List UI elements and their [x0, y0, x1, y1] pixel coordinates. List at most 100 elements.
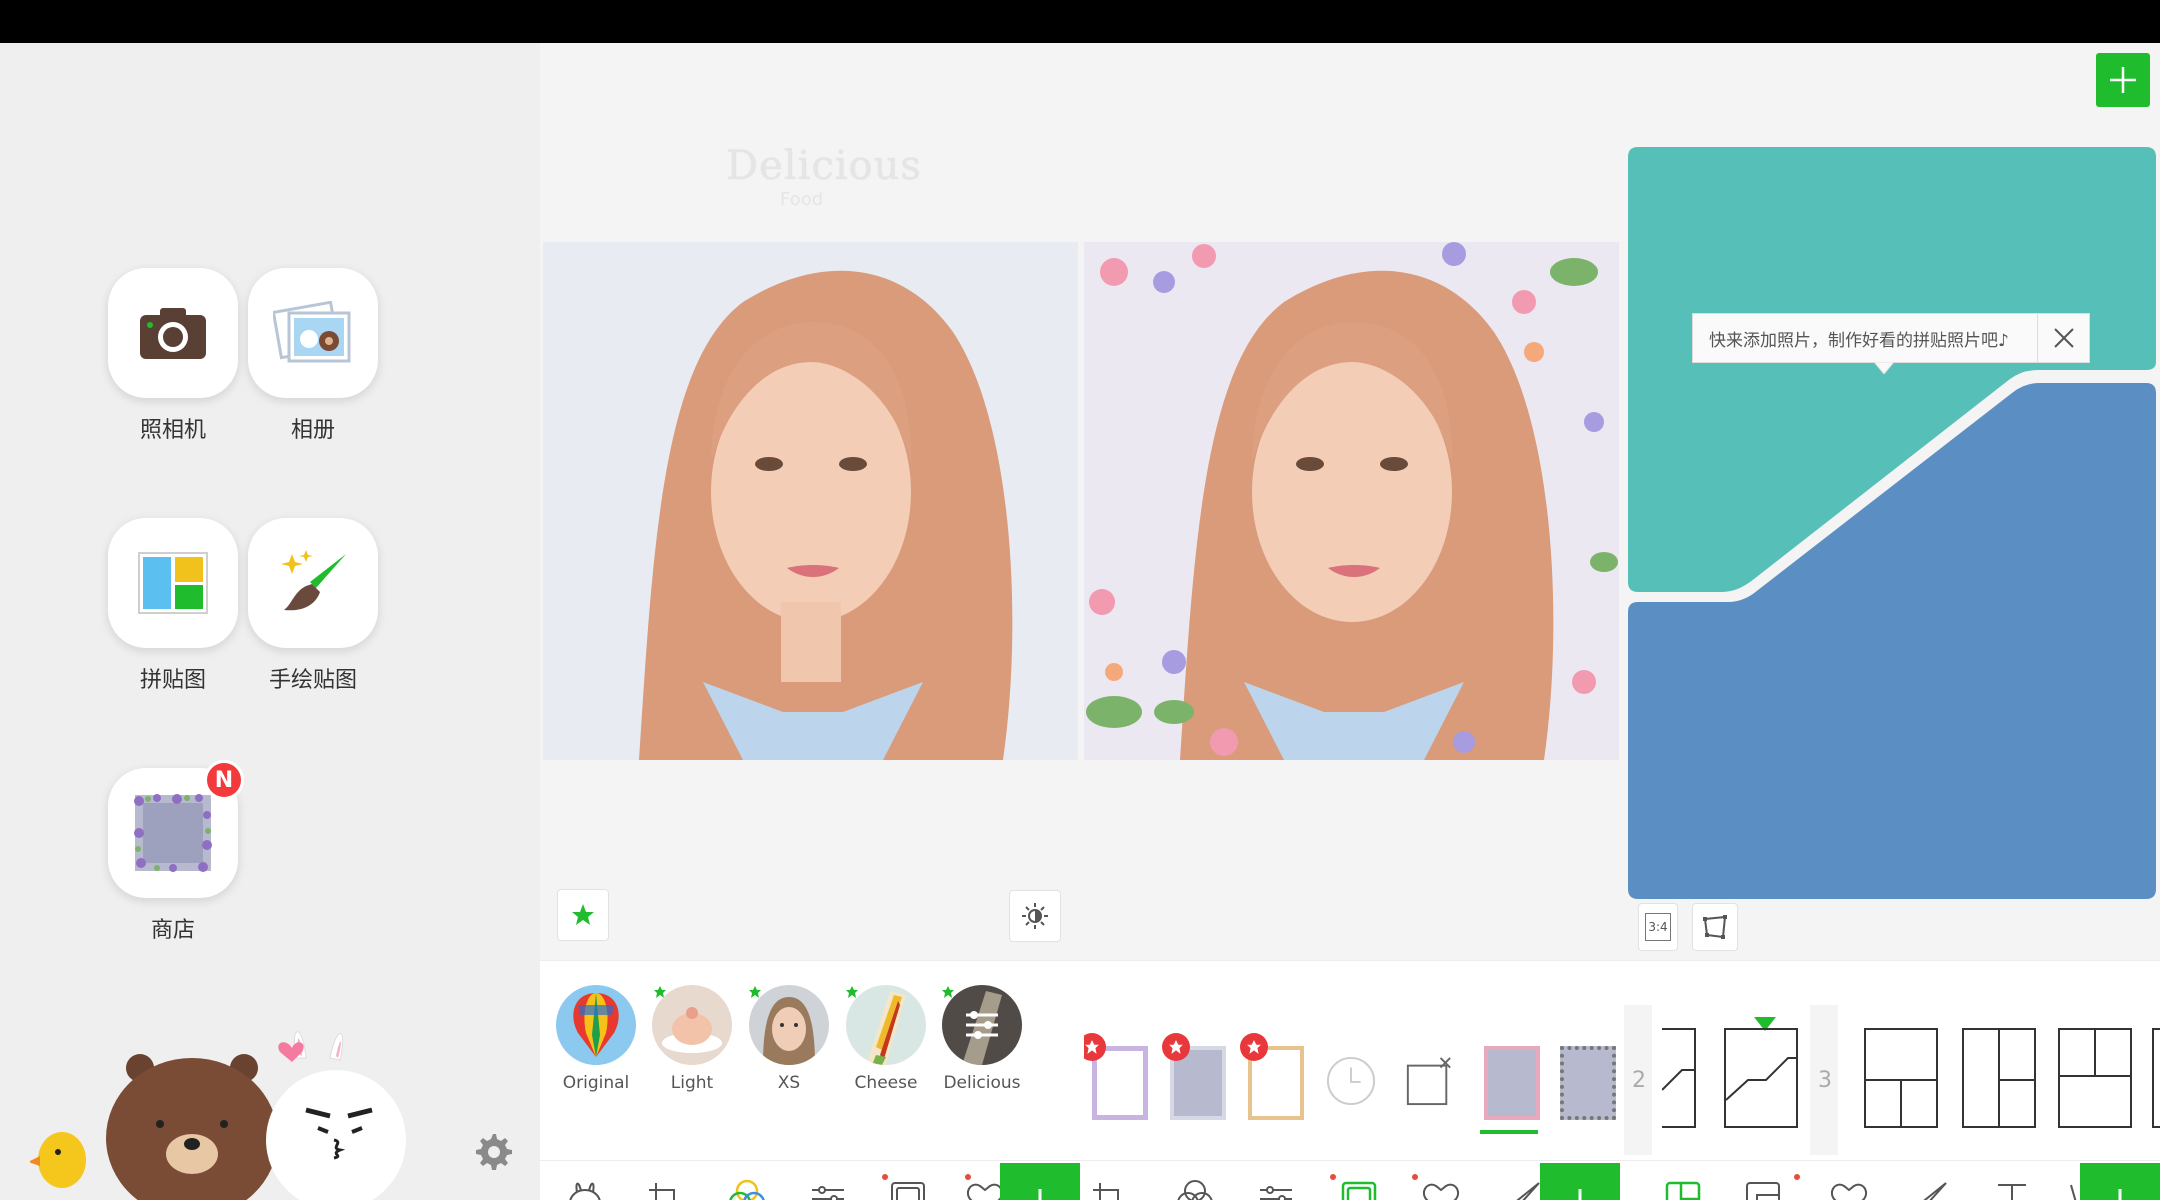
layout-tool-active[interactable]	[1658, 1174, 1708, 1200]
bunny-icon	[569, 1182, 601, 1200]
clock-icon	[1326, 1056, 1376, 1106]
text-tool[interactable]	[1987, 1174, 2037, 1200]
adjust-tool[interactable]	[1251, 1174, 1301, 1200]
border-shape-button[interactable]	[1692, 903, 1738, 951]
filter-original[interactable]: Original	[553, 985, 639, 1093]
album-icon	[248, 268, 378, 398]
brush-tool[interactable]	[1905, 1174, 1955, 1200]
filter-thumbnail	[749, 985, 829, 1065]
ratio-label: 3:4	[1645, 913, 1671, 941]
frame-thumb-lace[interactable]	[1560, 1046, 1616, 1120]
portrait-photo	[543, 242, 1078, 760]
layout-icon	[1665, 1181, 1701, 1200]
text-icon	[1998, 1184, 2026, 1200]
status-bar	[0, 0, 2160, 43]
brightness-icon	[1022, 903, 1048, 929]
frame-tool[interactable]	[883, 1174, 933, 1200]
screen: 照相机 相册 拼贴图 手绘贴图 N 商店 Delicious Food Orig…	[0, 0, 2160, 1200]
filter-name: Cheese	[854, 1073, 918, 1093]
heart-icon	[1422, 1183, 1460, 1200]
close-hint-button[interactable]	[2037, 314, 2089, 362]
stamp-tool[interactable]	[1824, 1174, 1874, 1200]
sliders-icon	[812, 1186, 844, 1200]
sliders-icon	[1260, 1186, 1292, 1200]
watermark-subtitle: Food	[780, 189, 824, 210]
sticker-tool[interactable]	[560, 1174, 610, 1200]
app-brush[interactable]: 手绘贴图	[218, 518, 408, 694]
layout-option[interactable]	[2152, 1028, 2160, 1128]
crop-tool[interactable]	[1084, 1174, 1134, 1200]
heart-icon	[1830, 1183, 1868, 1200]
filter-circles-icon	[729, 1179, 765, 1200]
filter-xs[interactable]: XS	[746, 985, 832, 1093]
plus-icon	[2110, 67, 2136, 93]
background-icon	[1746, 1182, 1780, 1200]
brightness-button[interactable]	[1009, 890, 1061, 942]
filter-delicious[interactable]: Delicious	[939, 985, 1025, 1093]
premium-badge	[1162, 1033, 1190, 1061]
download-button[interactable]	[2080, 1163, 2160, 1200]
download-button[interactable]	[1000, 1163, 1080, 1200]
gear-icon[interactable]	[472, 1130, 514, 1172]
download-icon	[1032, 1189, 1048, 1200]
hint-tooltip: 快来添加照片，制作好看的拼贴照片吧♪	[1692, 313, 2090, 363]
new-badge: N	[204, 760, 244, 800]
filter-name: Light	[670, 1073, 714, 1093]
brush-icon	[248, 518, 378, 648]
filter-thumbnail	[846, 985, 926, 1065]
add-photo-button[interactable]	[2096, 53, 2150, 107]
premium-badge	[1240, 1033, 1268, 1061]
frame-thumb-pink[interactable]	[1484, 1046, 1540, 1120]
favorite-button[interactable]	[557, 889, 609, 941]
app-label: 商店	[150, 918, 195, 943]
layout-option-selected[interactable]	[1724, 1028, 1798, 1128]
paintbrush-icon	[1923, 1182, 1947, 1200]
crop-tool[interactable]	[640, 1174, 690, 1200]
star-icon	[572, 904, 594, 925]
frame-tool-active[interactable]	[1334, 1174, 1384, 1200]
no-frame-icon	[1406, 1057, 1451, 1106]
app-label: 手绘贴图	[268, 668, 357, 693]
line-friends-illustration	[30, 1031, 406, 1200]
download-icon	[1572, 1189, 1588, 1200]
ratio-button[interactable]: 3:4	[1638, 903, 1678, 951]
layout-group-label: 2	[1632, 1068, 1646, 1093]
layout-group-label: 3	[1818, 1068, 1832, 1093]
layout-option[interactable]	[1661, 1028, 1696, 1128]
app-label: 相册	[290, 418, 335, 443]
photo-preview[interactable]	[543, 242, 1078, 760]
download-icon	[2112, 1189, 2128, 1200]
paintbrush-icon	[1516, 1182, 1540, 1200]
new-dot	[1794, 1174, 1800, 1180]
collage-editor-panel: 快来添加照片，制作好看的拼贴照片吧♪ 3:4 2 3	[1622, 43, 2160, 1200]
watermark-title: Delicious	[726, 143, 922, 189]
framed-photo-preview[interactable]	[1084, 242, 1619, 760]
home-panel: 照相机 相册 拼贴图 手绘贴图 N 商店	[0, 43, 540, 1200]
filter-tool[interactable]	[722, 1174, 772, 1200]
collage-canvas	[1628, 147, 2156, 899]
no-frame-button[interactable]	[1404, 1056, 1454, 1106]
filter-thumbnail	[652, 985, 732, 1065]
download-button[interactable]	[1540, 1163, 1620, 1200]
filter-tool[interactable]	[1170, 1174, 1220, 1200]
filter-light[interactable]: Light	[649, 985, 735, 1093]
layout-option[interactable]	[1864, 1028, 1938, 1128]
layout-option[interactable]	[2058, 1028, 2132, 1128]
filter-name: XS	[777, 1073, 801, 1093]
stamp-tool[interactable]	[1416, 1174, 1466, 1200]
filter-cheese[interactable]: Cheese	[843, 985, 929, 1093]
close-icon	[2053, 328, 2074, 348]
app-store[interactable]: N 商店	[78, 760, 268, 944]
frame-editor-panel	[1084, 43, 1622, 1200]
tooltip-arrow	[1874, 362, 1894, 374]
framed-portrait-photo	[1084, 242, 1619, 760]
heart-icon	[966, 1183, 1004, 1200]
filter-thumbnail	[556, 985, 636, 1065]
history-button[interactable]	[1326, 1056, 1376, 1106]
adjust-tool[interactable]	[803, 1174, 853, 1200]
selected-indicator	[1480, 1130, 1538, 1134]
background-tool[interactable]	[1738, 1174, 1788, 1200]
filter-thumbnail	[942, 985, 1022, 1065]
app-album[interactable]: 相册	[218, 268, 408, 444]
layout-option[interactable]	[1962, 1028, 2036, 1128]
